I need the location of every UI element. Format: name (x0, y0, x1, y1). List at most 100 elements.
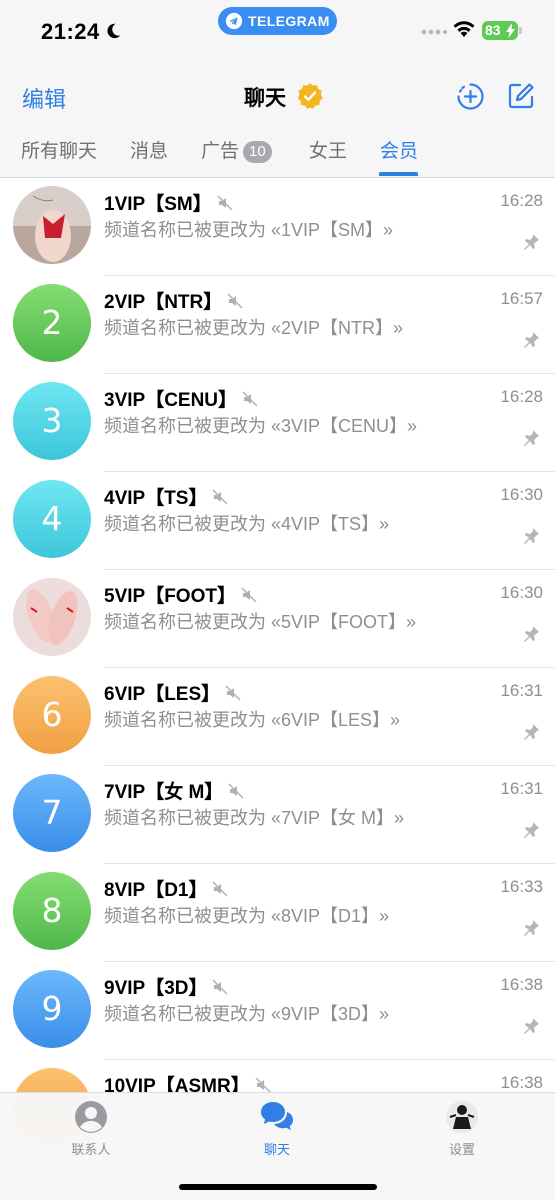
pin-icon (524, 528, 539, 544)
avatar-initial: 2 (41, 303, 63, 342)
chat-time: 16:28 (500, 387, 543, 406)
muted-icon (242, 391, 258, 407)
chat-row[interactable]: 1VIP【SM】 16:28 频道名称已被更改为 «1VIP【SM】» (0, 178, 555, 276)
muted-icon (241, 587, 257, 603)
chat-time: 16:33 (500, 877, 543, 896)
chat-avatar: 8 (13, 872, 91, 950)
chat-time: 16:38 (500, 1073, 543, 1092)
chat-row[interactable]: 8 8VIP【D1】 16:33 频道名称已被更改为 «8VIP【D1】» (0, 864, 555, 962)
signal-dots-icon (421, 29, 447, 35)
tab-ads-label: 广告 (201, 141, 240, 162)
chat-title: 7VIP【女 M】 (104, 777, 244, 804)
chat-row[interactable]: 2 2VIP【NTR】 16:57 频道名称已被更改为 «2VIP【NTR】» (0, 276, 555, 374)
avatar-initial: 8 (41, 891, 63, 930)
home-indicator[interactable] (179, 1184, 377, 1190)
photo-avatar-icon (13, 578, 91, 656)
status-bar: 21:24 TELEGRAM 83 (0, 0, 555, 62)
pin-icon (524, 822, 539, 838)
chat-time: 16:57 (500, 289, 543, 308)
chat-time: 16:30 (500, 583, 543, 602)
tab-settings[interactable]: 设置 (412, 1099, 512, 1158)
chat-title-text: 4VIP【TS】 (104, 488, 208, 509)
chat-avatar: 6 (13, 676, 91, 754)
chat-title: 3VIP【CENU】 (104, 385, 258, 412)
chat-title: 2VIP【NTR】 (104, 287, 243, 314)
muted-icon (228, 783, 244, 799)
plus-circle-icon[interactable] (456, 82, 485, 111)
photo-avatar-icon (13, 186, 91, 264)
active-tab-indicator (379, 172, 418, 176)
chat-row[interactable]: 4 4VIP【TS】 16:30 频道名称已被更改为 «4VIP【TS】» (0, 472, 555, 570)
profile-avatar-icon (446, 1101, 478, 1133)
battery-level: 83 (485, 22, 501, 38)
tab-chats[interactable]: 聊天 (227, 1099, 327, 1158)
chat-preview: 频道名称已被更改为 «3VIP【CENU】» (104, 416, 418, 436)
muted-icon (225, 685, 241, 701)
chat-title: 5VIP【FOOT】 (104, 581, 257, 608)
chat-time: 16:31 (500, 779, 543, 798)
pin-icon (524, 1018, 539, 1034)
person-circle-icon (75, 1101, 107, 1133)
tab-contacts-label: 联系人 (71, 1142, 111, 1157)
pin-icon (524, 332, 539, 348)
tab-chats-label: 聊天 (263, 1142, 290, 1157)
chat-avatar: 3 (13, 382, 91, 460)
muted-icon (255, 1077, 271, 1093)
telegram-pill[interactable]: TELEGRAM (218, 7, 337, 35)
chat-preview: 频道名称已被更改为 «8VIP【D1】» (104, 906, 390, 926)
chat-preview: 频道名称已被更改为 «6VIP【LES】» (104, 710, 401, 730)
tab-ads[interactable]: 广告 10 (201, 136, 272, 163)
tab-all-chats[interactable]: 所有聊天 (21, 136, 97, 163)
chat-row[interactable]: 5VIP【FOOT】 16:30 频道名称已被更改为 «5VIP【FOOT】» (0, 570, 555, 668)
pin-icon (524, 920, 539, 936)
chat-title-text: 6VIP【LES】 (104, 684, 221, 705)
chat-preview: 频道名称已被更改为 «9VIP【3D】» (104, 1004, 390, 1024)
pin-icon (524, 234, 539, 250)
chat-row[interactable]: 6 6VIP【LES】 16:31 频道名称已被更改为 «6VIP【LES】» (0, 668, 555, 766)
page-title: 聊天 (244, 87, 286, 110)
paper-plane-icon (225, 12, 243, 30)
telegram-pill-label: TELEGRAM (248, 13, 330, 29)
tab-queen[interactable]: 女王 (309, 136, 347, 163)
charging-bolt-icon (506, 23, 515, 38)
chat-preview: 频道名称已被更改为 «1VIP【SM】» (104, 220, 394, 240)
chat-avatar (13, 186, 91, 264)
chat-avatar: 7 (13, 774, 91, 852)
chat-row[interactable]: 3 3VIP【CENU】 16:28 频道名称已被更改为 «3VIP【CENU】… (0, 374, 555, 472)
edit-button[interactable]: 编辑 (22, 82, 66, 114)
chat-time: 16:30 (500, 485, 543, 504)
chat-time: 16:38 (500, 975, 543, 994)
chat-title-text: 3VIP【CENU】 (104, 390, 238, 411)
chat-title-text: 2VIP【NTR】 (104, 292, 223, 313)
chat-title: 4VIP【TS】 (104, 483, 228, 510)
battery-cap (519, 27, 522, 34)
chat-bubbles-icon (261, 1102, 293, 1130)
status-time: 21:24 (41, 19, 100, 44)
pin-icon (524, 626, 539, 642)
muted-icon (212, 881, 228, 897)
compose-icon[interactable] (506, 81, 536, 111)
moon-icon (107, 23, 121, 39)
chat-row[interactable]: 7 7VIP【女 M】 16:31 频道名称已被更改为 «7VIP【女 M】» (0, 766, 555, 864)
tab-settings-label: 设置 (448, 1142, 475, 1157)
chat-title-text: 5VIP【FOOT】 (104, 586, 236, 607)
chat-avatar: 4 (13, 480, 91, 558)
chat-avatar: 2 (13, 284, 91, 362)
verified-badge-icon[interactable] (296, 82, 324, 110)
pin-icon (524, 724, 539, 740)
muted-icon (227, 293, 243, 309)
battery-indicator: 83 (482, 21, 518, 40)
muted-icon (217, 195, 233, 211)
chat-row[interactable]: 9 9VIP【3D】 16:38 频道名称已被更改为 «9VIP【3D】» (0, 962, 555, 1060)
avatar-initial: 3 (41, 401, 63, 440)
wifi-icon (453, 21, 475, 37)
chat-title-text: 9VIP【3D】 (104, 978, 208, 999)
tab-members[interactable]: 会员 (380, 136, 418, 163)
chat-title: 8VIP【D1】 (104, 875, 228, 902)
chat-avatar (13, 578, 91, 656)
chat-title: 6VIP【LES】 (104, 679, 241, 706)
tab-messages[interactable]: 消息 (130, 136, 168, 163)
tab-contacts[interactable]: 联系人 (41, 1099, 141, 1158)
chat-time: 16:28 (500, 191, 543, 210)
chat-preview: 频道名称已被更改为 «7VIP【女 M】» (104, 808, 405, 828)
